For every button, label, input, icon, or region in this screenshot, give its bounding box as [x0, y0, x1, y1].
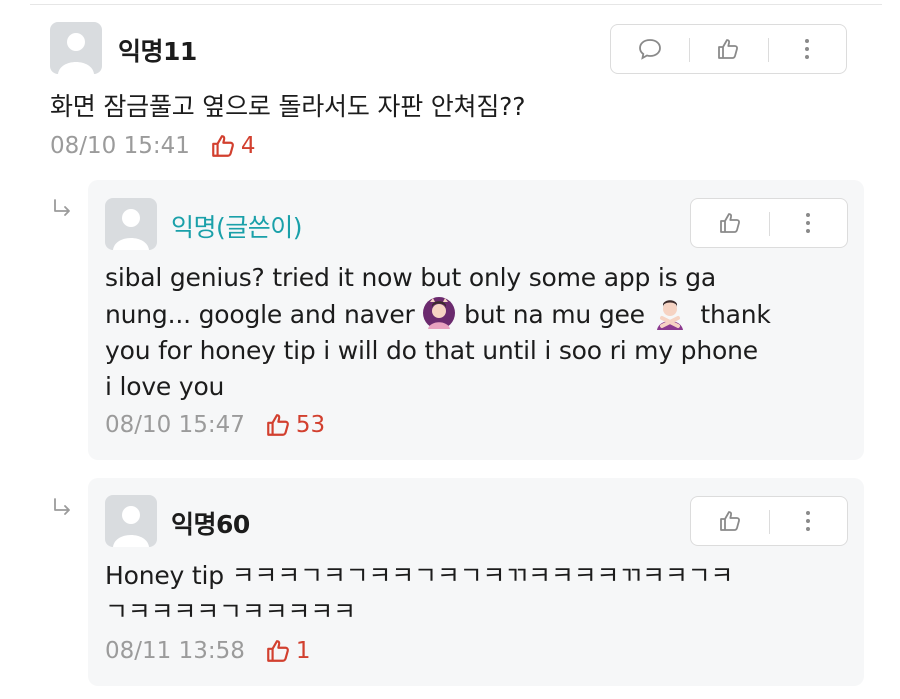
- comment-body: 화면 잠금풀고 옆으로 돌라서도 자판 안쳐짐??: [50, 92, 526, 121]
- thumbs-up-icon: [267, 640, 289, 662]
- timestamp: 08/10 15:47: [105, 412, 245, 438]
- author-nickname: 익명(글쓴이): [171, 213, 303, 242]
- nickname: 익명11: [118, 37, 197, 66]
- like-button[interactable]: [689, 25, 767, 73]
- top-divider: [30, 4, 882, 5]
- like-count-value: 1: [295, 638, 311, 664]
- more-button[interactable]: [769, 199, 847, 247]
- thumbs-up-icon: [212, 135, 234, 157]
- body-line: i love you: [105, 372, 225, 401]
- reply-meta: 08/10 15:47 53: [105, 412, 325, 438]
- vertical-dots-icon: [804, 39, 809, 59]
- person-raising-hand-emoji-icon: [423, 297, 456, 329]
- avatar: [105, 495, 157, 547]
- comment-actions: [610, 24, 847, 74]
- avatar: [50, 22, 102, 74]
- like-count: 1: [265, 638, 311, 664]
- reply-item: 익명60 Honey tip ㅋㅋㅋㄱㅋㄱㅋㅋㄱㅋㄱㅋㄲㅋㅋㅋㅋㄲㅋㅋㄱㅋ ㄱㅋ…: [88, 478, 864, 686]
- like-count: 4: [210, 133, 256, 159]
- body-segment: thank: [700, 300, 771, 329]
- body-segment: nung... google and naver: [105, 300, 415, 329]
- like-count-value: 53: [295, 412, 326, 438]
- reply-body: Honey tip ㅋㅋㅋㄱㅋㄱㅋㅋㄱㅋㄱㅋㄲㅋㅋㅋㅋㄲㅋㅋㄱㅋ ㄱㅋㅋㅋㅋㄱㅋ…: [105, 558, 850, 630]
- thumbs-up-icon: [267, 414, 289, 436]
- comment-item: 익명11 화면 잠금풀고 옆으로 돌라서도 자판 안쳐짐?? 08/10 15:…: [50, 22, 850, 172]
- reply-arrow-icon: [54, 498, 70, 515]
- body-line: you for honey tip i will do that until i…: [105, 336, 758, 365]
- more-button[interactable]: [767, 25, 846, 73]
- reply-item: 익명(글쓴이) sibal genius? tried it now but o…: [88, 180, 864, 460]
- body-line: sibal genius? tried it now but only some…: [105, 263, 717, 292]
- more-button[interactable]: [769, 497, 847, 545]
- body-segment: but na mu gee: [464, 300, 645, 329]
- timestamp: 08/11 13:58: [105, 638, 245, 664]
- body-line: nung... google and naver but na mu gee t…: [105, 296, 850, 333]
- vertical-dots-icon: [806, 511, 810, 531]
- like-button[interactable]: [691, 497, 769, 545]
- thumbs-up-icon: [718, 39, 739, 59]
- reply-actions: [690, 496, 848, 546]
- speech-bubble-icon: [639, 39, 662, 60]
- reply-actions: [690, 198, 848, 248]
- reply-meta: 08/11 13:58 1: [105, 638, 311, 664]
- like-count-value: 4: [240, 133, 256, 159]
- nickname: 익명60: [171, 510, 250, 539]
- body-line: Honey tip ㅋㅋㅋㄱㅋㄱㅋㅋㄱㅋㄱㅋㄲㅋㅋㅋㅋㄲㅋㅋㄱㅋ: [105, 561, 734, 590]
- body-line: ㄱㅋㅋㅋㅋㄱㅋㅋㅋㅋㅋ: [105, 597, 356, 626]
- person-gesturing-no-emoji-icon: [656, 300, 683, 330]
- thumbs-up-icon: [720, 511, 740, 531]
- timestamp: 08/10 15:41: [50, 133, 190, 159]
- like-button[interactable]: [691, 199, 769, 247]
- vertical-dots-icon: [806, 213, 810, 233]
- reply-arrow-icon: [54, 199, 70, 216]
- avatar: [105, 198, 157, 250]
- like-count: 53: [265, 412, 325, 438]
- reply-body: sibal genius? tried it now but only some…: [105, 260, 850, 405]
- comment-meta: 08/10 15:41 4: [50, 133, 256, 159]
- thumbs-up-icon: [720, 213, 740, 233]
- comment-button[interactable]: [611, 25, 689, 73]
